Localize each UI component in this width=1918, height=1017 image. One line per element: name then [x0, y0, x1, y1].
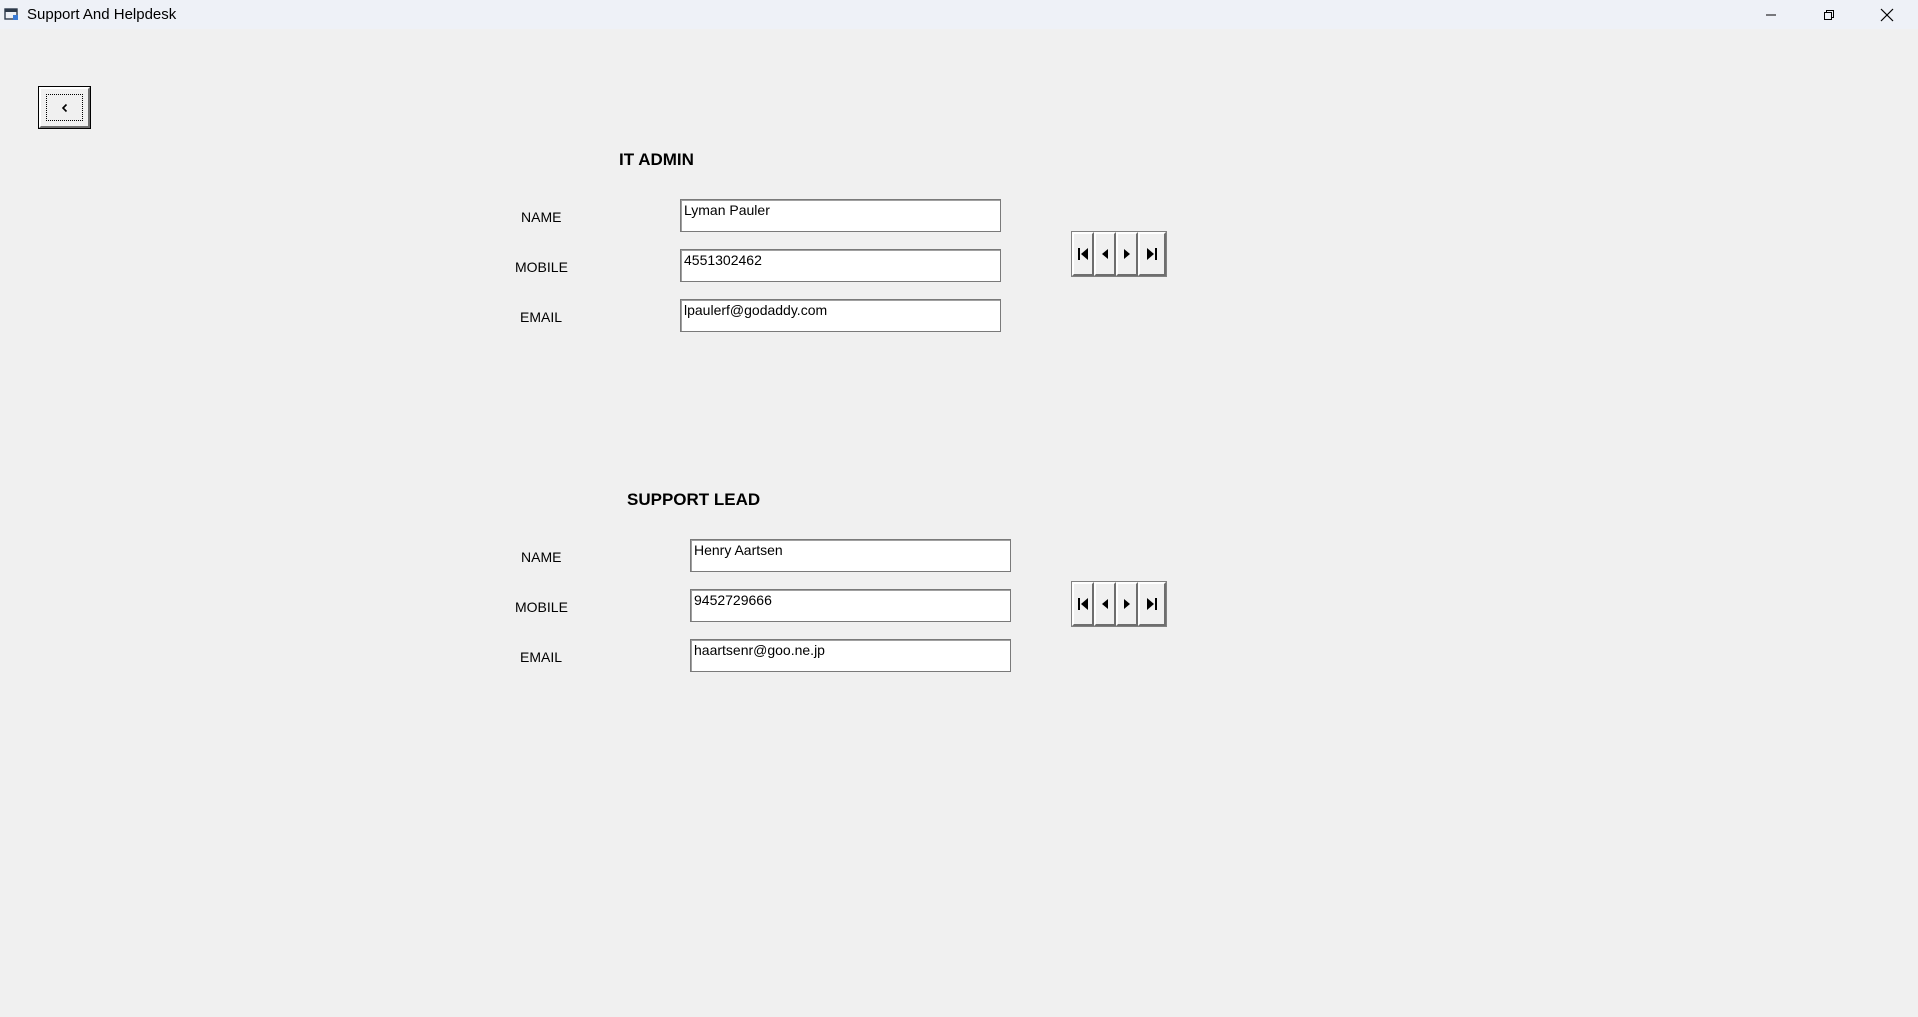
support-lead-first-button[interactable] — [1072, 582, 1094, 626]
it-admin-record-navigator — [1071, 231, 1167, 277]
support-lead-name-field[interactable]: Henry Aartsen — [690, 539, 1011, 572]
it-admin-title: IT ADMIN — [619, 150, 694, 169]
first-record-icon — [1078, 248, 1088, 260]
support-lead-mobile-field[interactable]: 9452729666 — [690, 589, 1011, 622]
form-body: IT ADMIN NAME Lyman Pauler MOBILE 455130… — [0, 29, 1918, 1017]
back-button-focus — [46, 94, 83, 121]
support-lead-name-label: NAME — [521, 549, 562, 565]
it-admin-email-field[interactable]: lpaulerf@godaddy.com — [680, 299, 1001, 332]
support-lead-mobile-label: MOBILE — [515, 599, 568, 615]
it-admin-email-label: EMAIL — [520, 309, 563, 325]
it-admin-first-button[interactable] — [1072, 232, 1094, 276]
support-lead-prev-button[interactable] — [1094, 582, 1116, 626]
back-button[interactable] — [38, 86, 91, 129]
previous-record-icon — [1102, 599, 1108, 609]
support-lead-last-button[interactable] — [1138, 582, 1166, 626]
support-lead-title: SUPPORT LEAD — [627, 490, 761, 509]
restore-icon — [1824, 9, 1834, 20]
next-record-icon — [1124, 249, 1130, 259]
it-admin-next-button[interactable] — [1116, 232, 1138, 276]
it-admin-prev-button[interactable] — [1094, 232, 1116, 276]
close-icon — [1880, 8, 1894, 21]
app-window-icon — [4, 8, 18, 20]
restore-button[interactable] — [1800, 0, 1858, 29]
last-record-icon — [1147, 248, 1157, 260]
support-lead-email-field[interactable]: haartsenr@goo.ne.jp — [690, 639, 1011, 672]
it-admin-mobile-label: MOBILE — [515, 259, 568, 275]
support-lead-next-button[interactable] — [1116, 582, 1138, 626]
last-record-icon — [1147, 598, 1157, 610]
next-record-icon — [1124, 599, 1130, 609]
previous-record-icon — [1102, 249, 1108, 259]
it-admin-name-label: NAME — [521, 209, 562, 225]
minimize-icon — [1766, 14, 1776, 15]
close-button[interactable] — [1858, 0, 1916, 29]
minimize-button[interactable] — [1742, 0, 1800, 29]
window-title: Support And Helpdesk — [27, 6, 177, 23]
title-bar: Support And Helpdesk — [0, 0, 1918, 29]
support-lead-record-navigator — [1071, 581, 1167, 627]
chevron-left-icon — [61, 103, 67, 112]
it-admin-mobile-field[interactable]: 4551302462 — [680, 249, 1001, 282]
first-record-icon — [1078, 598, 1088, 610]
support-lead-email-label: EMAIL — [520, 649, 563, 665]
it-admin-last-button[interactable] — [1138, 232, 1166, 276]
it-admin-name-field[interactable]: Lyman Pauler — [680, 199, 1001, 232]
